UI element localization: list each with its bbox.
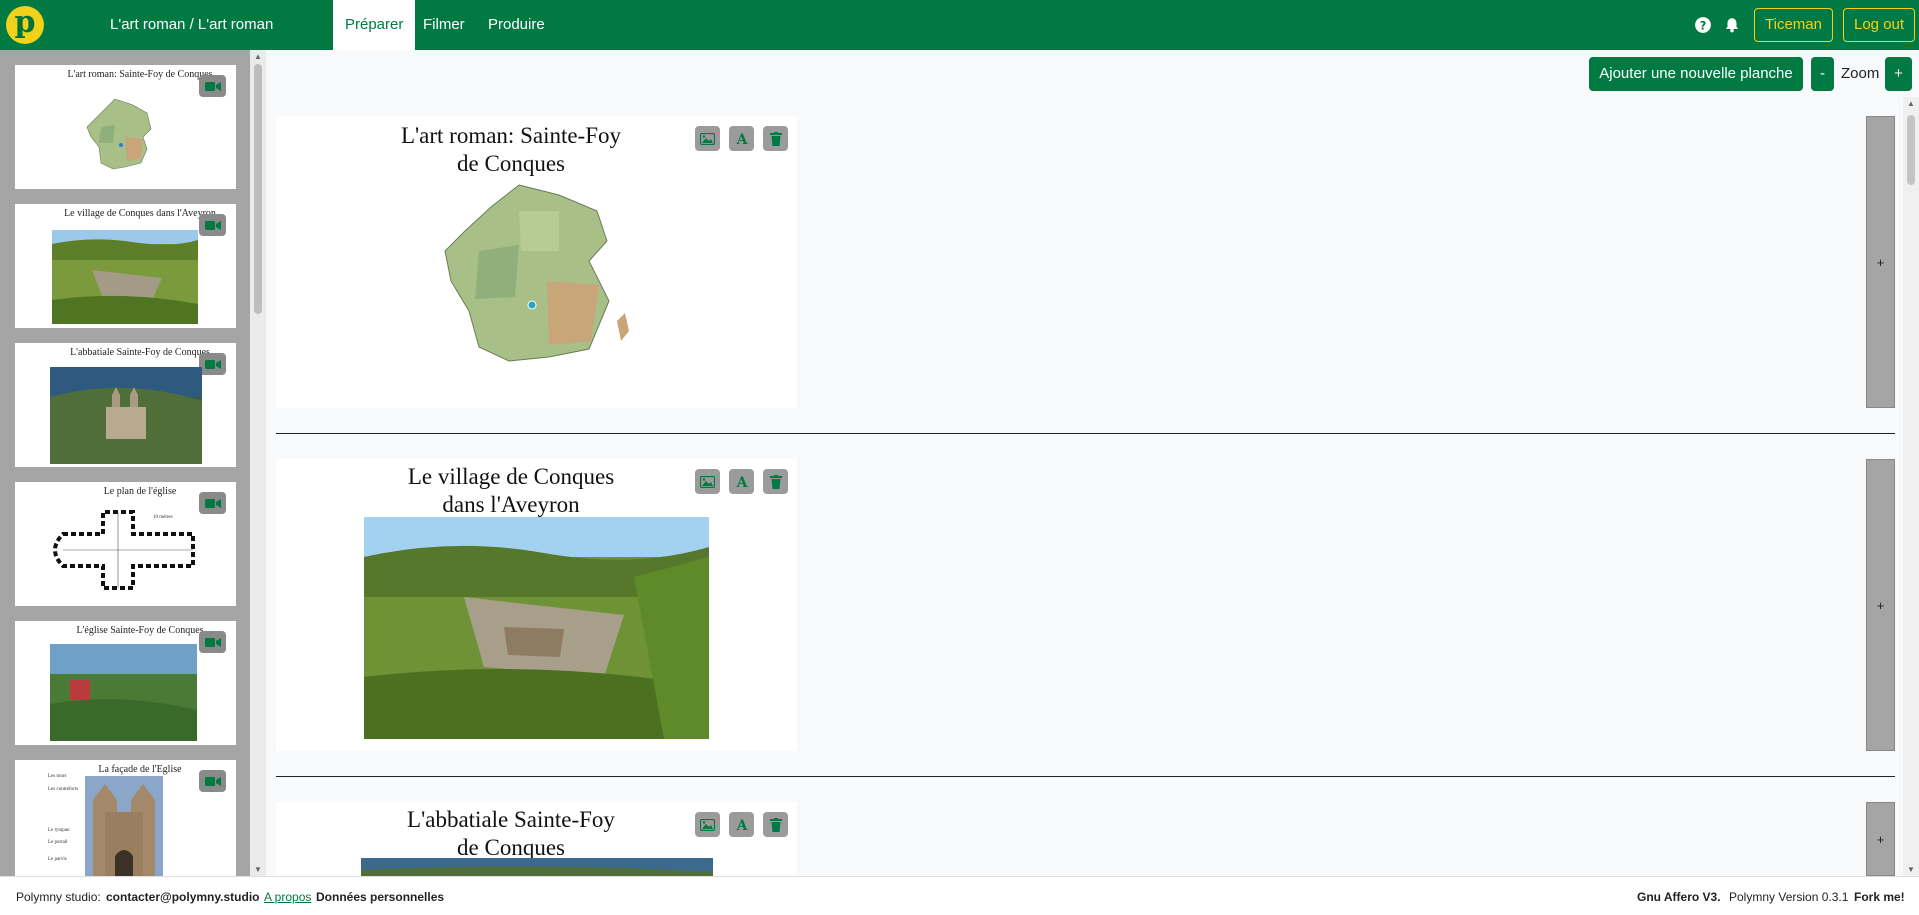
record-video-icon[interactable] xyxy=(199,75,226,97)
svg-text:A: A xyxy=(735,818,748,832)
text-icon[interactable]: A xyxy=(729,469,754,494)
text-icon[interactable]: A xyxy=(729,126,754,151)
church-plan-thumbnail xyxy=(53,510,195,590)
france-map-thumbnail xyxy=(86,98,152,170)
trash-icon[interactable] xyxy=(763,469,788,494)
record-video-icon[interactable] xyxy=(199,214,226,236)
bell-icon[interactable] xyxy=(1723,16,1741,34)
sidebar-slide-5[interactable]: L'église Sainte-Foy de Conques xyxy=(15,621,236,745)
zoom-in-button[interactable]: + xyxy=(1885,57,1912,91)
slide-title[interactable]: L'abbatiale Sainte-Foy de Conques xyxy=(396,806,626,862)
facade-label: Les tours xyxy=(48,774,67,779)
france-map-image xyxy=(444,184,629,362)
abbey-thumbnail xyxy=(50,367,202,464)
sidebar-slide-3[interactable]: L'abbatiale Sainte-Foy de Conques xyxy=(15,343,236,467)
record-video-icon[interactable] xyxy=(199,770,226,792)
slide-card-3[interactable]: L'abbatiale Sainte-Foy de Conques A xyxy=(276,802,797,876)
facade-label: Le tympan xyxy=(48,828,70,833)
footer-fork-link[interactable]: Fork me! xyxy=(1854,890,1905,904)
scroll-down-icon[interactable]: ▼ xyxy=(1907,865,1915,874)
village-thumbnail xyxy=(52,230,198,324)
facade-thumbnail xyxy=(85,776,163,876)
footer-privacy-link[interactable]: Données personnelles xyxy=(316,890,444,904)
sidebar-scroll-thumb[interactable] xyxy=(254,64,262,314)
trash-icon[interactable] xyxy=(763,126,788,151)
record-video-icon[interactable] xyxy=(199,492,226,514)
sidebar-slide-2[interactable]: Le village de Conques dans l'Aveyron xyxy=(15,204,236,328)
facade-label: Le parvis xyxy=(48,857,67,862)
slide-separator xyxy=(276,433,1895,434)
help-circle-icon[interactable]: ? xyxy=(1694,16,1712,34)
scroll-down-icon[interactable]: ▼ xyxy=(254,865,262,874)
church-thumbnail xyxy=(50,644,197,741)
record-video-icon[interactable] xyxy=(199,353,226,375)
tab-filmer[interactable]: Filmer xyxy=(411,0,477,50)
facade-label: Les contreforts xyxy=(48,787,79,792)
scroll-up-icon[interactable]: ▲ xyxy=(254,52,262,61)
tab-preparer[interactable]: Préparer xyxy=(333,0,416,50)
slide-title[interactable]: L'art roman: Sainte-Foy de Conques xyxy=(396,122,626,178)
user-button[interactable]: Ticeman xyxy=(1754,8,1833,42)
add-gos-button[interactable]: + xyxy=(1866,802,1895,876)
top-navbar: p L'art roman / L'art roman Préparer Fil… xyxy=(0,0,1919,50)
slide-separator xyxy=(276,776,1895,777)
image-icon[interactable] xyxy=(695,812,720,837)
main-scroll-thumb[interactable] xyxy=(1907,115,1915,185)
scroll-up-icon[interactable]: ▲ xyxy=(1907,99,1915,108)
sidebar-scrollbar[interactable]: ▲ ▼ xyxy=(250,50,266,876)
footer: Polymny studio: contacter@polymny.studio… xyxy=(0,876,1919,915)
main-scrollbar[interactable]: ▲ ▼ xyxy=(1903,97,1919,876)
abbey-image xyxy=(361,858,713,876)
svg-text:?: ? xyxy=(1700,20,1707,33)
sidebar-slide-4[interactable]: Le plan de l'église 10 mètres xyxy=(15,482,236,606)
polymny-logo[interactable]: p xyxy=(6,6,44,44)
svg-text:A: A xyxy=(735,132,748,146)
slide-card-1[interactable]: L'art roman: Sainte-Foy de Conques A xyxy=(276,116,797,408)
record-video-icon[interactable] xyxy=(199,631,226,653)
add-gos-button[interactable]: + xyxy=(1866,459,1895,751)
scale-label: 10 mètres xyxy=(153,515,173,520)
facade-label: Le portail xyxy=(48,840,68,845)
sidebar-slide-6[interactable]: La façade de l'Eglise Les tours Les cont… xyxy=(15,760,236,876)
zoom-label: Zoom xyxy=(1841,65,1880,82)
svg-text:A: A xyxy=(735,475,748,489)
text-icon[interactable]: A xyxy=(729,812,754,837)
trash-icon[interactable] xyxy=(763,812,788,837)
footer-license[interactable]: Gnu Affero V3. xyxy=(1637,890,1721,904)
slide-title[interactable]: Le village de Conques dans l'Aveyron xyxy=(396,463,626,519)
sidebar-slide-1[interactable]: L'art roman: Sainte-Foy de Conques xyxy=(15,65,236,189)
slide-card-2[interactable]: Le village de Conques dans l'Aveyron A xyxy=(276,459,797,751)
footer-studio-label: Polymny studio: xyxy=(16,890,101,904)
project-title[interactable]: L'art roman / L'art roman xyxy=(110,0,273,50)
footer-version: Polymny Version 0.3.1 xyxy=(1729,890,1849,904)
slides-sidebar: L'art roman: Sainte-Foy de Conques Le vi… xyxy=(0,50,266,876)
footer-about-link[interactable]: A propos xyxy=(264,890,311,904)
image-icon[interactable] xyxy=(695,126,720,151)
zoom-out-button[interactable]: - xyxy=(1811,57,1834,91)
village-image xyxy=(364,517,709,739)
logout-button[interactable]: Log out xyxy=(1843,8,1916,42)
tab-produire[interactable]: Produire xyxy=(476,0,557,50)
add-gos-button[interactable]: + xyxy=(1866,116,1895,408)
footer-email[interactable]: contacter@polymny.studio xyxy=(106,890,260,904)
add-slide-button[interactable]: Ajouter une nouvelle planche xyxy=(1589,57,1803,91)
image-icon[interactable] xyxy=(695,469,720,494)
